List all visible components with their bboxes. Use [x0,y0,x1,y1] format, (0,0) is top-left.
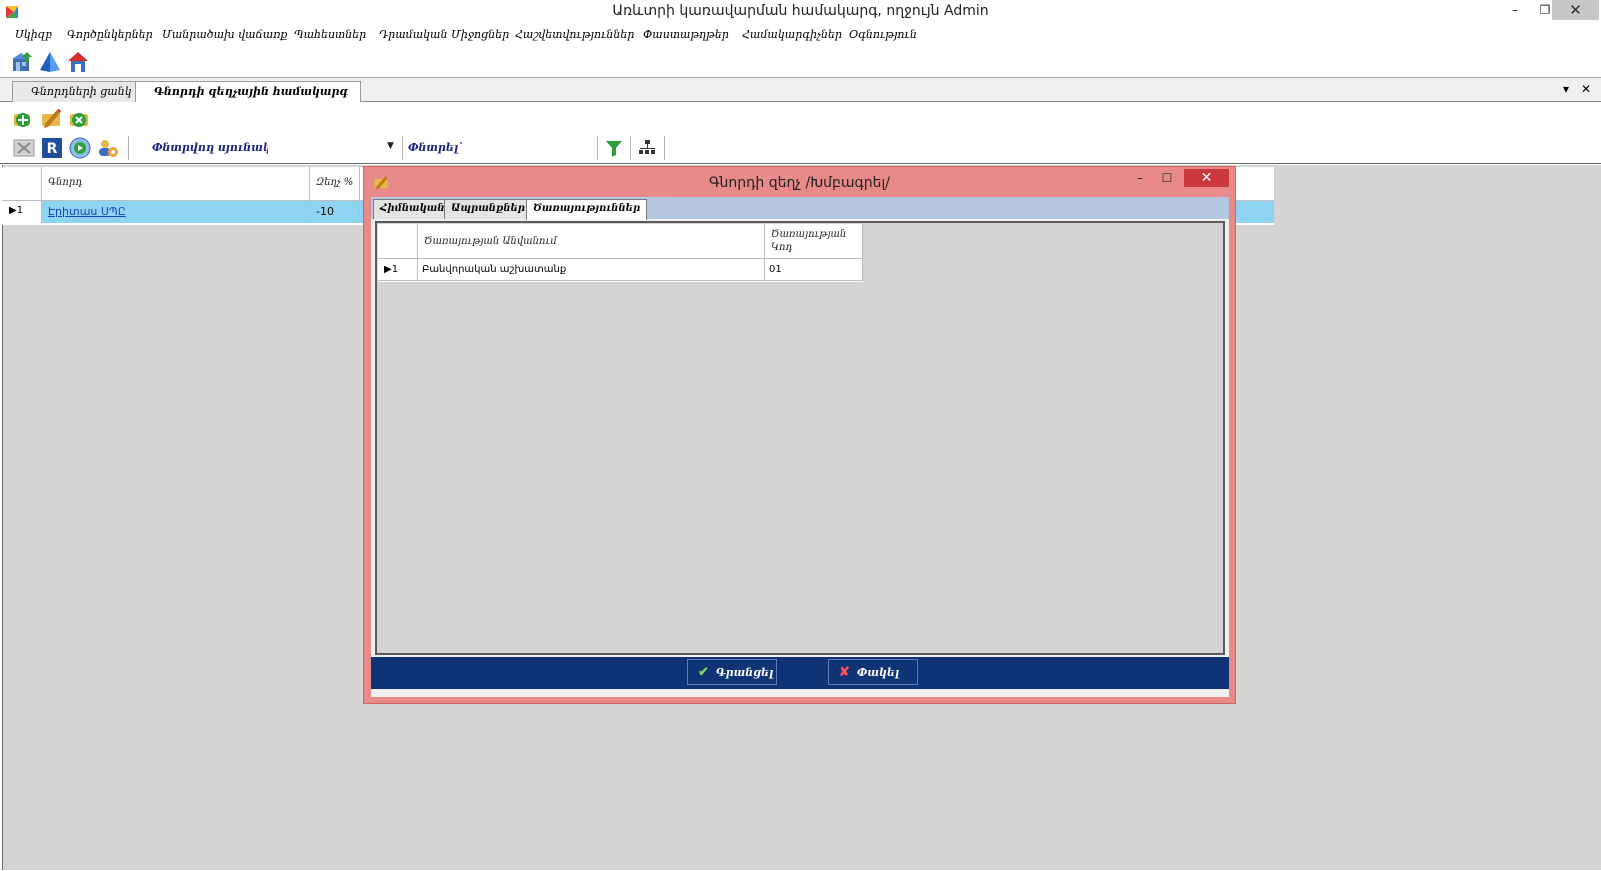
column-header-service-code[interactable]: Ծառայության Կոդ [765,224,863,259]
discount-edit-dialog: Գնորդի զեղչ /Խմբագրել/ – ☐ ✕ Հիմնական Ապ… [363,166,1236,704]
row-header-corner [2,167,42,201]
main-toolbar [0,46,1601,78]
record-toolbar [0,102,1601,132]
close-icon: ✘ [839,665,850,680]
service-code-cell[interactable]: 01 [765,259,863,281]
dialog-body: Հիմնական Ապրանքներ Ծառայություններ Ծառայ… [371,197,1229,697]
service-name-cell[interactable]: Բանվորական աշխատանք [418,259,765,281]
users-settings-icon[interactable] [96,136,120,160]
menu-item-cash[interactable]: Դրամական Միջոցներ [379,28,509,41]
chevron-down-icon[interactable]: ▼ [387,141,394,151]
minimize-button[interactable]: – [1501,0,1529,20]
dialog-tab-strip: Հիմնական Ապրանքներ Ծառայություններ [371,197,1229,220]
tab-services[interactable]: Ծառայություններ [526,199,648,220]
dialog-footer: ✔ Գրանցել ✘ Փակել [371,657,1229,689]
close-tab-icon[interactable]: ✕ [1581,82,1591,96]
save-button[interactable]: ✔ Գրանցել [687,659,777,685]
customer-cell-link[interactable]: Էրիտաս ՍՊԸ [42,201,310,223]
column-header-discount[interactable]: Զեղչ % [310,167,360,201]
refresh-report-icon[interactable]: R [40,136,64,160]
pyramid-icon[interactable] [38,50,62,74]
toolbar-separator [630,136,631,160]
tab-general[interactable]: Հիմնական [373,199,452,219]
toolbar-separator [664,136,665,160]
menu-item-help[interactable]: Օգնություն [849,28,917,41]
search-column-label: Փնտրվող սյունակ` [152,141,277,154]
discount-cell[interactable]: -10 [310,201,360,223]
tab-discount-system-label: Գնորդի զեղչային համակարգ [154,85,348,98]
services-panel: Ծառայության Անվանում Ծառայության Կոդ ▶1 … [375,221,1225,655]
filter-toolbar: R Փնտրվող սյունակ` ▼ Փնտրել` [0,132,1601,164]
filter-icon[interactable] [602,136,626,160]
row-indicator[interactable]: ▶1 [2,201,42,223]
window-titlebar: Առևտրի կառավարման համակարգ, ողջույն Admi… [0,0,1601,24]
dialog-title: Գնորդի զեղչ /Խմբագրել/ [708,175,890,191]
tab-products[interactable]: Ապրանքներ [444,199,533,219]
tab-list-dropdown-icon[interactable]: ▾ [1563,82,1569,96]
row-header-corner [378,224,418,259]
close-button[interactable]: ✘ Փակել [828,659,918,685]
toolbar-separator [128,136,129,160]
excel-disabled-icon[interactable] [12,136,36,160]
menu-item-systems[interactable]: Համակարգիչներ [742,28,842,41]
menu-item-start[interactable]: Սկիզբ [15,28,52,41]
window-title: Առևտրի կառավարման համակարգ, ողջույն Admi… [612,3,989,19]
delete-icon[interactable] [67,106,91,130]
store-upload-icon[interactable] [10,50,34,74]
edit-icon[interactable] [39,106,63,130]
home-icon[interactable] [66,50,90,74]
menu-item-documents[interactable]: Փաստաթղթեր [643,28,729,41]
save-button-label: Գրանցել [715,666,774,679]
column-header-customer[interactable]: Գնորդ [42,167,310,201]
check-icon: ✔ [698,665,709,680]
search-input[interactable] [466,137,596,159]
document-tab-strip: Գնորդների ցանկ Գնորդի զեղչային համակարգ … [0,78,1601,102]
menu-item-warehouses[interactable]: Պահեստներ [294,28,366,41]
hierarchy-icon[interactable] [635,136,659,160]
dialog-minimize-button[interactable]: – [1127,169,1153,187]
toolbar-separator [402,136,403,160]
services-grid: Ծառայության Անվանում Ծառայության Կոդ ▶1 … [378,224,863,282]
search-column-select[interactable] [268,137,398,159]
tab-discount-system[interactable]: Գնորդի զեղչային համակարգ [135,81,361,102]
menu-item-partners[interactable]: Գործընկերներ [67,28,153,41]
dialog-maximize-button[interactable]: ☐ [1154,169,1180,187]
tab-customer-list[interactable]: Գնորդների ցանկ [12,81,145,102]
play-icon[interactable] [68,136,92,160]
menu-item-reports[interactable]: Հաշվետվություններ [515,28,634,41]
close-button-label: Փակել [856,666,900,679]
row-indicator[interactable]: ▶1 [378,259,418,281]
dialog-close-button[interactable]: ✕ [1184,169,1229,187]
column-header-service-name[interactable]: Ծառայության Անվանում [418,224,765,259]
toolbar-separator [597,136,598,160]
menu-bar: Սկիզբ Գործընկերներ Մանրածախ վաճառք Պահես… [0,24,1601,46]
search-label: Փնտրել` [408,141,464,154]
add-icon[interactable] [11,106,35,130]
menu-item-retail[interactable]: Մանրածախ վաճառք [162,28,287,41]
tab-customer-list-label: Գնորդների ցանկ [31,85,132,98]
svg-text:R: R [47,141,58,157]
close-window-button[interactable]: ✕ [1552,0,1599,20]
